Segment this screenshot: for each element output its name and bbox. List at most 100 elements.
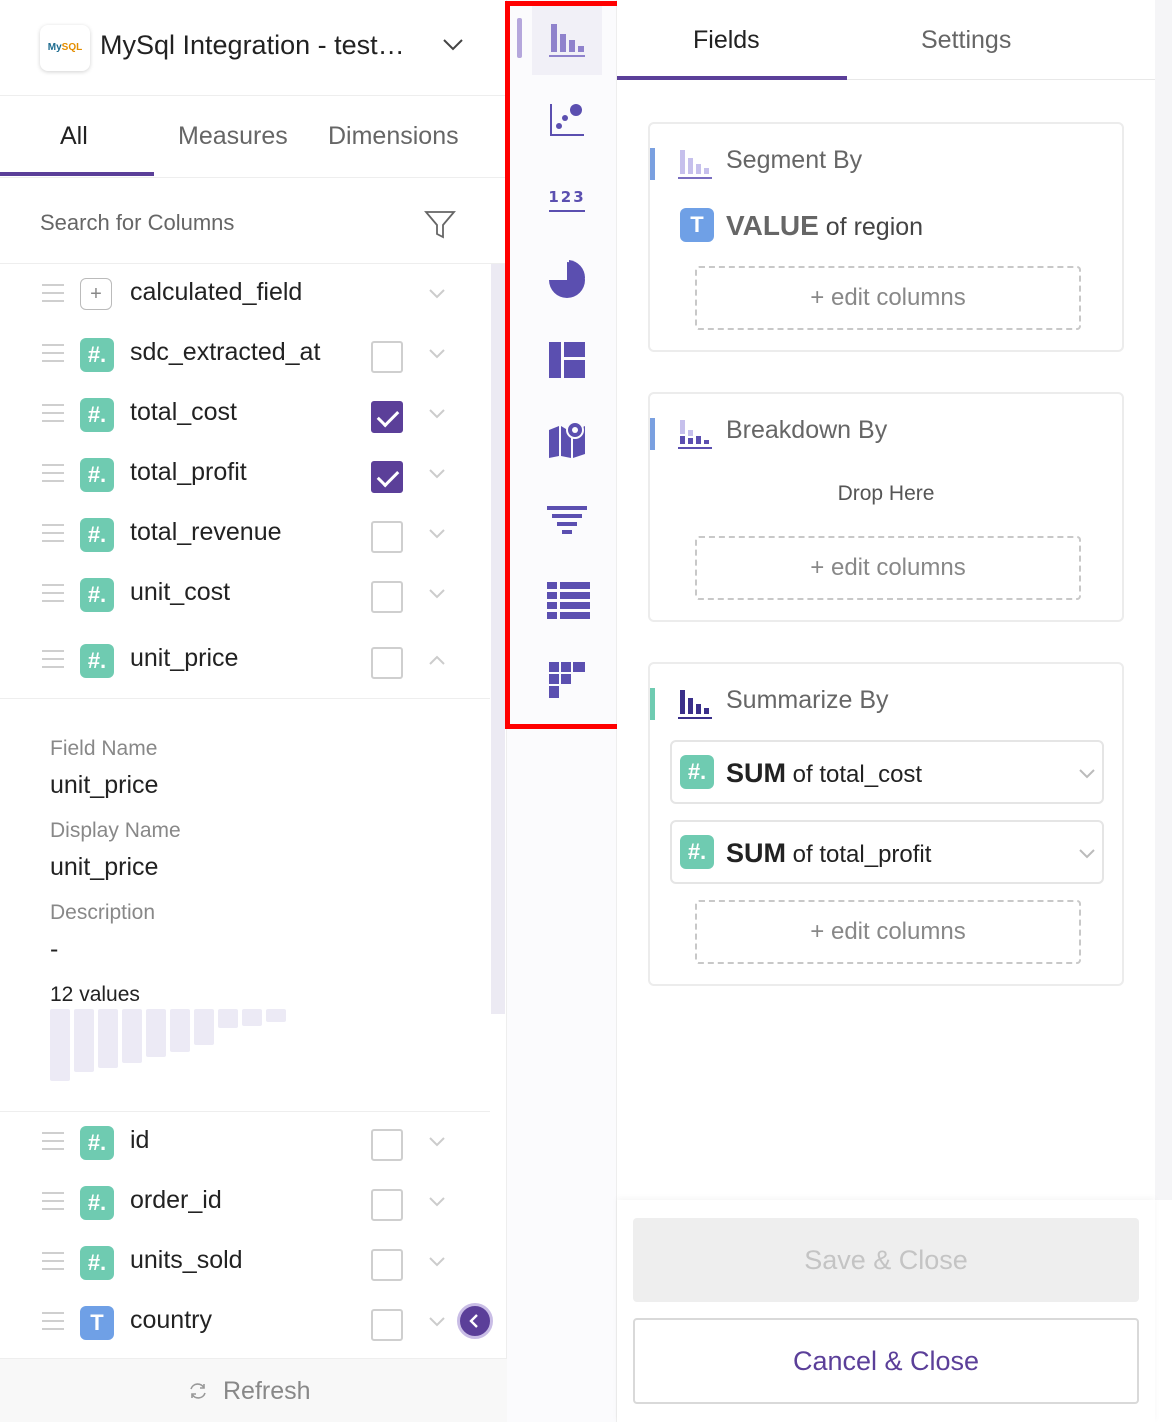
- segment-by-title: Segment By: [726, 146, 863, 174]
- distribution-bar: [170, 1009, 190, 1052]
- chevron-up-icon[interactable]: [428, 654, 446, 666]
- card-stripe: [650, 418, 655, 450]
- tab-all[interactable]: All: [60, 122, 88, 151]
- breakdown-by-card: Breakdown By Drop Here + edit columns: [648, 392, 1124, 622]
- chart-type-layout[interactable]: [532, 325, 602, 395]
- footer-actions: Save & Close Cancel & Close: [617, 1200, 1155, 1422]
- column-checkbox[interactable]: [371, 647, 403, 679]
- column-row[interactable]: #. unit_price: [0, 630, 490, 690]
- drop-zone-hint[interactable]: Drop Here: [650, 482, 1122, 506]
- drag-handle-icon[interactable]: [42, 650, 64, 668]
- drag-handle-icon[interactable]: [42, 1312, 64, 1330]
- number-type-icon: #.: [80, 458, 114, 492]
- mysql-logo: MySQL: [40, 25, 90, 71]
- drag-handle-icon[interactable]: [42, 584, 64, 602]
- chart-type-bar[interactable]: [532, 5, 602, 75]
- column-row[interactable]: T country: [0, 1292, 490, 1352]
- chart-type-number[interactable]: 123: [532, 165, 602, 235]
- filter-icon[interactable]: [424, 210, 456, 240]
- chevron-down-icon[interactable]: [428, 348, 446, 360]
- drag-handle-icon[interactable]: [42, 344, 64, 362]
- column-checkbox[interactable]: [371, 581, 403, 613]
- chevron-down-icon[interactable]: [1078, 768, 1096, 780]
- save-close-button[interactable]: Save & Close: [633, 1218, 1139, 1302]
- chart-type-pie[interactable]: [532, 245, 602, 315]
- column-checkbox[interactable]: [371, 1189, 403, 1221]
- chevron-down-icon[interactable]: [428, 1316, 446, 1328]
- svg-text:123: 123: [548, 188, 585, 206]
- column-checkbox[interactable]: [371, 401, 403, 433]
- chevron-down-icon[interactable]: [428, 288, 446, 300]
- active-config-tab-indicator: [617, 76, 847, 80]
- scrollbar[interactable]: [1155, 0, 1172, 1200]
- distribution-bar: [218, 1009, 238, 1028]
- search-input[interactable]: [40, 208, 400, 238]
- chevron-down-icon[interactable]: [428, 1196, 446, 1208]
- card-stripe: [650, 688, 655, 720]
- chevron-down-icon[interactable]: [428, 588, 446, 600]
- card-stripe: [650, 148, 655, 180]
- datasource-title[interactable]: MySql Integration - test…: [100, 30, 420, 61]
- refresh-label: Refresh: [223, 1377, 311, 1405]
- tab-measures[interactable]: Measures: [178, 122, 288, 151]
- datasource-header[interactable]: MySQL MySql Integration - test…: [0, 0, 507, 96]
- layout-grid-icon: [549, 342, 585, 378]
- column-row[interactable]: #. total_revenue: [0, 504, 490, 564]
- collapse-panel-button[interactable]: [457, 1303, 493, 1339]
- chevron-down-icon[interactable]: [428, 408, 446, 420]
- chart-type-map[interactable]: [532, 405, 602, 475]
- cancel-close-button[interactable]: Cancel & Close: [633, 1318, 1139, 1404]
- summarize-item[interactable]: #. SUM of total_profit: [670, 820, 1104, 884]
- column-row[interactable]: #. id: [0, 1112, 490, 1172]
- column-checkbox[interactable]: [371, 341, 403, 373]
- number-type-icon: #.: [80, 1186, 114, 1220]
- drag-handle-icon[interactable]: [42, 1132, 64, 1150]
- column-name: sdc_extracted_at: [130, 338, 321, 366]
- column-row[interactable]: #. total_cost: [0, 384, 490, 444]
- tab-fields[interactable]: Fields: [693, 26, 760, 55]
- column-row[interactable]: #. units_sold: [0, 1232, 490, 1292]
- text-type-icon: T: [80, 1306, 114, 1340]
- segment-field[interactable]: VALUE of region: [726, 210, 923, 242]
- field-name-value: unit_price: [50, 771, 159, 799]
- column-row[interactable]: #. order_id: [0, 1172, 490, 1232]
- summarize-edit-columns[interactable]: + edit columns: [695, 900, 1081, 964]
- tab-settings[interactable]: Settings: [921, 26, 1011, 55]
- drag-handle-icon[interactable]: [42, 404, 64, 422]
- pivot-table-icon: [549, 662, 585, 698]
- segment-by-card: Segment By T VALUE of region + edit colu…: [648, 122, 1124, 352]
- chart-type-table[interactable]: [532, 565, 602, 635]
- drag-handle-icon[interactable]: [42, 284, 64, 302]
- chevron-down-icon[interactable]: [428, 468, 446, 480]
- segment-edit-columns[interactable]: + edit columns: [695, 266, 1081, 330]
- column-checkbox[interactable]: [371, 461, 403, 493]
- column-row[interactable]: #. total_profit: [0, 444, 490, 504]
- number-type-icon: #.: [680, 835, 714, 869]
- calculated-field-icon: +: [80, 278, 112, 310]
- chart-type-scatter[interactable]: [532, 85, 602, 155]
- drag-handle-icon[interactable]: [42, 1252, 64, 1270]
- breakdown-edit-columns[interactable]: + edit columns: [695, 536, 1081, 600]
- column-checkbox[interactable]: [371, 1129, 403, 1161]
- chevron-down-icon[interactable]: [428, 1136, 446, 1148]
- column-row[interactable]: + calculated_field: [0, 264, 490, 324]
- summarize-item[interactable]: #. SUM of total_cost: [670, 740, 1104, 804]
- scrollbar[interactable]: [491, 264, 505, 1014]
- chevron-down-icon[interactable]: [442, 38, 464, 52]
- chevron-down-icon[interactable]: [1078, 848, 1096, 860]
- column-row[interactable]: #. sdc_extracted_at: [0, 324, 490, 384]
- drag-handle-icon[interactable]: [42, 1192, 64, 1210]
- tab-dimensions[interactable]: Dimensions: [328, 122, 459, 151]
- chart-type-pivot[interactable]: [532, 645, 602, 715]
- column-checkbox[interactable]: [371, 1309, 403, 1341]
- column-checkbox[interactable]: [371, 521, 403, 553]
- column-checkbox[interactable]: [371, 1249, 403, 1281]
- chevron-down-icon[interactable]: [428, 1256, 446, 1268]
- column-row[interactable]: #. unit_cost: [0, 564, 490, 624]
- drag-handle-icon[interactable]: [42, 464, 64, 482]
- number-kpi-icon: 123: [548, 188, 585, 212]
- chevron-down-icon[interactable]: [428, 528, 446, 540]
- drag-handle-icon[interactable]: [42, 524, 64, 542]
- refresh-button[interactable]: Refresh: [0, 1358, 507, 1422]
- chart-type-funnel[interactable]: [532, 485, 602, 555]
